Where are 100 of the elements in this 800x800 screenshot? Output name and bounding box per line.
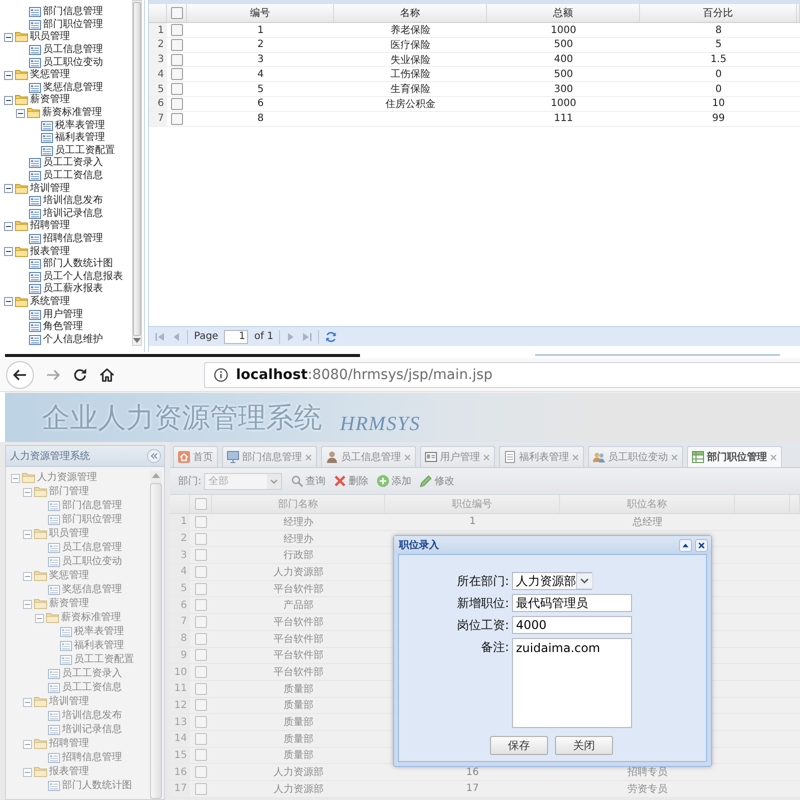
tree-item[interactable]: 奖惩管理 <box>15 69 70 82</box>
tree-item[interactable]: 奖惩信息管理 <box>29 82 103 94</box>
tab[interactable]: 部门职位管理 <box>687 446 782 467</box>
previous-page-icon[interactable] <box>171 332 181 342</box>
column-header[interactable]: 总额 <box>487 4 640 22</box>
close-button[interactable]: 关闭 <box>555 736 613 755</box>
checkbox[interactable] <box>195 599 207 612</box>
tree-item[interactable]: 员工工资录入 <box>29 157 103 170</box>
column-header[interactable]: 名称 <box>334 4 487 22</box>
tree-item[interactable]: 角色管理 <box>29 321 83 334</box>
tree-item[interactable]: 培训记录信息 <box>29 208 103 220</box>
checkbox[interactable] <box>171 38 183 51</box>
tree-item[interactable]: 培训信息发布 <box>29 195 103 208</box>
page-number-field[interactable]: 1 <box>224 330 248 344</box>
minus-box-icon[interactable] <box>4 184 13 194</box>
tree-item[interactable]: 招聘管理 <box>15 220 70 232</box>
last-page-icon[interactable] <box>302 332 312 342</box>
caret-up-icon[interactable] <box>679 538 692 552</box>
minus-box-icon[interactable] <box>4 297 13 306</box>
text-field[interactable]: 4000 <box>512 616 632 634</box>
document-icon <box>29 322 41 332</box>
tree-item[interactable]: 税率表管理 <box>41 120 105 132</box>
minus-box-icon[interactable] <box>4 96 13 105</box>
tree-item[interactable]: 员工薪水报表 <box>29 283 103 296</box>
checkbox[interactable] <box>195 616 207 628</box>
text-area[interactable]: zuidaima.com <box>512 638 632 728</box>
text-field[interactable]: 最代码管理员 <box>512 594 632 612</box>
tree-item[interactable]: 报表管理 <box>15 246 70 258</box>
info-icon[interactable] <box>214 368 228 382</box>
minus-box-icon[interactable] <box>16 108 25 118</box>
tree-item[interactable]: 员工信息管理 <box>29 44 103 56</box>
double-chevron-left-icon[interactable] <box>147 449 161 463</box>
table-cell-text: 住房公积金 <box>384 98 436 111</box>
checkbox[interactable] <box>170 7 182 19</box>
caret-down-icon[interactable] <box>576 573 593 589</box>
checkbox[interactable] <box>195 582 207 595</box>
checkbox[interactable] <box>171 54 183 66</box>
column-header[interactable]: 编号 <box>187 4 334 22</box>
checkbox[interactable] <box>195 749 207 762</box>
checkbox[interactable] <box>171 112 183 125</box>
minus-box-icon[interactable] <box>4 247 13 256</box>
checkbox[interactable] <box>171 83 183 96</box>
minus-box-icon[interactable] <box>4 70 13 80</box>
tree-item[interactable]: 薪资标准管理 <box>27 107 102 120</box>
document-icon <box>41 133 53 144</box>
checkbox[interactable] <box>171 98 183 110</box>
table-cell-text: 产品部 <box>282 598 314 614</box>
tree-item[interactable]: 个人信息维护 <box>29 334 103 346</box>
minus-box-icon[interactable] <box>4 222 13 231</box>
tree-item[interactable]: 部门职位管理 <box>29 18 103 31</box>
scrollbar-thumb[interactable] <box>133 2 141 336</box>
checkbox[interactable] <box>195 549 207 562</box>
table-cell-text: 10 <box>711 97 726 111</box>
department-select[interactable]: 人力资源部 <box>512 572 592 590</box>
checkbox[interactable] <box>195 566 207 578</box>
checkbox[interactable] <box>195 782 207 795</box>
tree-item[interactable]: 员工职位变动 <box>29 56 103 69</box>
table-cell-text: 2 <box>256 38 265 52</box>
home-icon[interactable] <box>99 366 115 382</box>
checkbox[interactable] <box>195 766 207 778</box>
tree-item[interactable]: 部门人数统计图 <box>29 258 113 270</box>
checkbox[interactable] <box>195 649 207 662</box>
row-number: 3 <box>170 547 190 564</box>
checkbox[interactable] <box>195 699 207 712</box>
search-icon <box>291 475 304 487</box>
minus-box-icon[interactable] <box>4 32 13 42</box>
table-cell-text: 1 <box>256 24 265 37</box>
tree-item[interactable]: 员工工资信息 <box>29 170 103 182</box>
row-number: 12 <box>170 698 190 714</box>
checkbox[interactable] <box>195 682 207 695</box>
tree-item[interactable]: 员工工资配置 <box>41 144 115 157</box>
tree-item[interactable]: 部门信息管理 <box>29 6 103 18</box>
tree-item[interactable]: 薪资管理 <box>15 94 70 106</box>
close-icon[interactable] <box>695 538 708 552</box>
tree-item[interactable]: 培训管理 <box>15 182 70 195</box>
checkbox[interactable] <box>195 632 207 645</box>
checkbox[interactable] <box>195 532 207 545</box>
tree-item[interactable]: 招聘信息管理 <box>29 232 103 245</box>
checkbox[interactable] <box>195 666 207 678</box>
address-bar[interactable]: localhost:8080/hrmsys/jsp/main.jsp <box>204 362 800 388</box>
scrollbar[interactable] <box>132 0 142 346</box>
tree-item[interactable]: 系统管理 <box>15 296 70 308</box>
tree-item[interactable]: 福利表管理 <box>41 132 105 144</box>
checkbox[interactable] <box>171 68 183 80</box>
column-header[interactable]: 百分比 <box>640 4 797 22</box>
save-button[interactable]: 保存 <box>490 736 548 755</box>
tree-item[interactable]: 员工个人信息报表 <box>29 270 123 283</box>
first-page-icon[interactable] <box>155 332 165 342</box>
reload-icon[interactable] <box>72 366 88 382</box>
checkbox[interactable] <box>195 516 207 528</box>
arrow-down-icon[interactable] <box>133 338 141 343</box>
checkbox[interactable] <box>194 498 206 510</box>
tree-item[interactable]: 职员管理 <box>15 31 70 44</box>
folder-icon <box>27 108 40 118</box>
checkbox[interactable] <box>171 24 183 36</box>
arrow-up-icon[interactable] <box>152 473 160 478</box>
checkbox[interactable] <box>195 716 207 728</box>
checkbox[interactable] <box>195 732 207 745</box>
refresh-icon[interactable] <box>325 330 338 342</box>
tree-item[interactable]: 用户管理 <box>29 308 83 321</box>
